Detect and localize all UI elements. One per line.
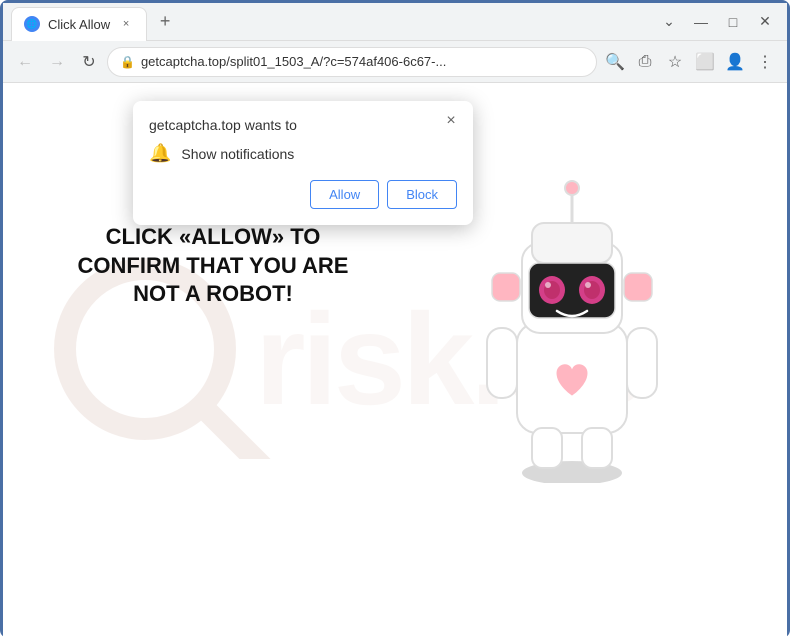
notification-label: Show notifications bbox=[181, 146, 294, 162]
bell-icon: 🔔 bbox=[149, 143, 171, 164]
tab-favicon: 🌐 bbox=[24, 16, 40, 32]
tab-close-button[interactable]: × bbox=[118, 16, 134, 32]
collapse-button[interactable]: ⌄ bbox=[655, 8, 683, 36]
popup-close-button[interactable]: × bbox=[441, 111, 461, 131]
toolbar-icons: 🔍 ⎙ ☆ ⬜ 👤 ⋮ bbox=[601, 48, 779, 76]
block-button[interactable]: Block bbox=[387, 180, 457, 209]
page-content: risk.co × getcaptcha.top wants to 🔔 Show… bbox=[3, 83, 787, 641]
back-button[interactable]: ← bbox=[11, 48, 39, 76]
browser-tab[interactable]: 🌐 Click Allow × bbox=[11, 7, 147, 41]
new-tab-button[interactable]: + bbox=[151, 8, 179, 36]
url-text: getcaptcha.top/split01_1503_A/?c=574af40… bbox=[141, 54, 584, 69]
tab-strip: 🌐 Click Allow × + bbox=[11, 5, 655, 39]
title-bar: 🌐 Click Allow × + ⌄ — □ ✕ bbox=[3, 3, 787, 41]
minimize-button[interactable]: — bbox=[687, 8, 715, 36]
main-page-text: CLICK «ALLOW» TO CONFIRM THAT YOU ARE NO… bbox=[63, 223, 363, 309]
profile-icon[interactable]: 👤 bbox=[721, 48, 749, 76]
menu-icon[interactable]: ⋮ bbox=[751, 48, 779, 76]
split-icon[interactable]: ⬜ bbox=[691, 48, 719, 76]
window-controls: ⌄ — □ ✕ bbox=[655, 8, 779, 36]
allow-button[interactable]: Allow bbox=[310, 180, 379, 209]
reload-button[interactable]: ↻ bbox=[75, 48, 103, 76]
address-bar: ← → ↻ 🔒 getcaptcha.top/split01_1503_A/?c… bbox=[3, 41, 787, 83]
url-box[interactable]: 🔒 getcaptcha.top/split01_1503_A/?c=574af… bbox=[107, 47, 597, 77]
popup-buttons: Allow Block bbox=[149, 180, 457, 209]
notification-row: 🔔 Show notifications bbox=[149, 143, 457, 164]
bookmark-icon[interactable]: ☆ bbox=[661, 48, 689, 76]
close-button[interactable]: ✕ bbox=[751, 8, 779, 36]
search-icon[interactable]: 🔍 bbox=[601, 48, 629, 76]
maximize-button[interactable]: □ bbox=[719, 8, 747, 36]
robot-illustration bbox=[457, 163, 687, 488]
notification-popup: × getcaptcha.top wants to 🔔 Show notific… bbox=[133, 101, 473, 225]
share-icon[interactable]: ⎙ bbox=[631, 48, 659, 76]
forward-button[interactable]: → bbox=[43, 48, 71, 76]
lock-icon: 🔒 bbox=[120, 55, 135, 69]
popup-title: getcaptcha.top wants to bbox=[149, 117, 457, 133]
tab-title: Click Allow bbox=[48, 17, 110, 32]
